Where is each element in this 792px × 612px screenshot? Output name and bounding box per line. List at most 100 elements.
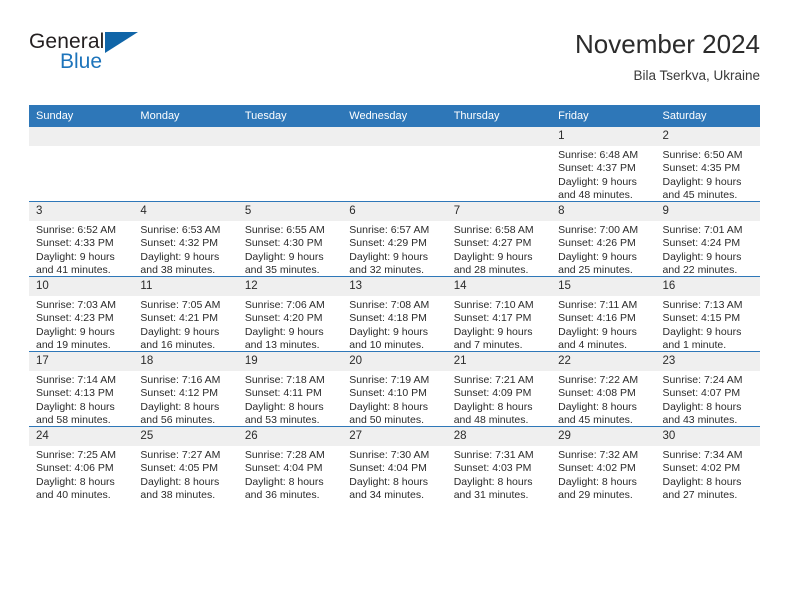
calendar-day-cell[interactable]: 14 Sunrise: 7:10 AM Sunset: 4:17 PM Dayligh…: [446, 276, 552, 352]
sunrise-text: Sunrise: 7:05 AM: [140, 299, 221, 311]
day-number: [342, 127, 447, 146]
calendar-day-cell[interactable]: 24 Sunrise: 7:25 AM Sunset: 4:06 PM Dayligh…: [29, 426, 134, 501]
day-cell-inner: 5 Sunrise: 6:55 AM Sunset: 4:30 PM Daylight…: [237, 202, 343, 276]
daylight-text-line2: and 48 minutes.: [558, 188, 633, 201]
sunset-text: Sunset: 4:06 PM: [36, 462, 114, 475]
day-number: 5: [237, 202, 343, 221]
day-number: 10: [29, 277, 134, 296]
day-details: Sunrise: 7:19 AM Sunset: 4:10 PM Daylight:…: [342, 371, 446, 427]
daylight-text-line1: Daylight: 8 hours: [244, 400, 324, 413]
sunset-text: Sunset: 4:02 PM: [662, 462, 741, 475]
daylight-text-line1: Daylight: 9 hours: [349, 325, 429, 338]
calendar-day-cell[interactable]: 30 Sunrise: 7:34 AM Sunset: 4:02 PM Dayligh…: [655, 426, 760, 501]
sunrise-text: Sunrise: 7:31 AM: [453, 449, 534, 461]
calendar-day-cell[interactable]: 12 Sunrise: 7:06 AM Sunset: 4:20 PM Dayligh…: [237, 276, 343, 352]
day-details: Sunrise: 7:18 AM Sunset: 4:11 PM Daylight:…: [238, 371, 342, 427]
sunset-text: Sunset: 4:15 PM: [662, 312, 741, 325]
daylight-text-line1: Daylight: 9 hours: [36, 325, 115, 338]
calendar-day-cell[interactable]: 16 Sunrise: 7:13 AM Sunset: 4:15 PM Dayligh…: [655, 276, 760, 352]
daylight-text-line2: and 16 minutes.: [140, 338, 216, 351]
sunset-text: Sunset: 4:26 PM: [558, 237, 636, 250]
calendar-day-cell[interactable]: 21 Sunrise: 7:21 AM Sunset: 4:09 PM Dayligh…: [446, 351, 552, 427]
day-details: Sunrise: 7:21 AM Sunset: 4:09 PM Daylight:…: [447, 371, 551, 427]
sunset-text: Sunset: 4:23 PM: [36, 312, 114, 325]
sunset-text: Sunset: 4:04 PM: [244, 462, 323, 475]
calendar-day-cell[interactable]: 11 Sunrise: 7:05 AM Sunset: 4:21 PM Dayligh…: [133, 276, 238, 352]
calendar-day-cell[interactable]: 20 Sunrise: 7:19 AM Sunset: 4:10 PM Dayligh…: [342, 351, 447, 427]
daylight-text-line2: and 27 minutes.: [662, 488, 738, 501]
daylight-text-line1: Daylight: 9 hours: [453, 325, 533, 338]
day-cell-inner: [237, 127, 343, 201]
calendar-day-cell[interactable]: 23 Sunrise: 7:24 AM Sunset: 4:07 PM Dayligh…: [655, 351, 760, 427]
calendar-day-cell[interactable]: 13 Sunrise: 7:08 AM Sunset: 4:18 PM Dayligh…: [342, 276, 447, 352]
day-cell-inner: 17 Sunrise: 7:14 AM Sunset: 4:13 PM Dayligh…: [29, 352, 134, 426]
day-details: Sunrise: 7:00 AM Sunset: 4:26 PM Daylight:…: [551, 221, 655, 277]
day-details: Sunrise: 6:57 AM Sunset: 4:29 PM Daylight:…: [342, 221, 446, 277]
day-number: [446, 127, 552, 146]
sunrise-text: Sunrise: 7:10 AM: [453, 299, 534, 311]
calendar-week-row: 1 Sunrise: 6:48 AM Sunset: 4:37 PM Daylight…: [29, 127, 760, 202]
sunrise-text: Sunrise: 7:24 AM: [662, 374, 743, 386]
day-cell-inner: 24 Sunrise: 7:25 AM Sunset: 4:06 PM Dayligh…: [29, 427, 134, 501]
sunset-text: Sunset: 4:18 PM: [349, 312, 427, 325]
day-cell-inner: 21 Sunrise: 7:21 AM Sunset: 4:09 PM Dayligh…: [446, 352, 552, 427]
daylight-text-line1: Daylight: 9 hours: [244, 250, 324, 263]
day-number: 27: [342, 427, 447, 446]
day-cell-inner: 14 Sunrise: 7:10 AM Sunset: 4:17 PM Dayligh…: [446, 277, 552, 351]
calendar-day-cell[interactable]: 10 Sunrise: 7:03 AM Sunset: 4:23 PM Dayligh…: [29, 276, 134, 352]
day-number: 26: [237, 427, 343, 446]
calendar-day-cell[interactable]: 6 Sunrise: 6:57 AM Sunset: 4:29 PM Daylight…: [342, 201, 447, 277]
day-cell-inner: 26 Sunrise: 7:28 AM Sunset: 4:04 PM Dayligh…: [237, 427, 343, 501]
calendar-day-cell[interactable]: 28 Sunrise: 7:31 AM Sunset: 4:03 PM Dayligh…: [446, 426, 552, 502]
calendar-day-cell[interactable]: 17 Sunrise: 7:14 AM Sunset: 4:13 PM Dayligh…: [29, 351, 134, 427]
sunrise-text: Sunrise: 7:19 AM: [349, 374, 430, 386]
day-number: [237, 127, 343, 146]
day-cell-inner: 20 Sunrise: 7:19 AM Sunset: 4:10 PM Dayligh…: [342, 352, 447, 427]
daylight-text-line2: and 50 minutes.: [349, 413, 424, 426]
daylight-text-line2: and 25 minutes.: [558, 263, 633, 276]
day-cell-inner: 16 Sunrise: 7:13 AM Sunset: 4:15 PM Dayligh…: [655, 277, 760, 352]
daylight-text-line1: Daylight: 8 hours: [558, 400, 637, 413]
calendar-day-cell[interactable]: 1 Sunrise: 6:48 AM Sunset: 4:37 PM Daylight…: [551, 127, 656, 202]
day-details: Sunrise: 7:31 AM Sunset: 4:03 PM Daylight:…: [447, 446, 551, 502]
daylight-text-line1: Daylight: 9 hours: [558, 325, 637, 338]
calendar-day-cell[interactable]: 4 Sunrise: 6:53 AM Sunset: 4:32 PM Daylight…: [133, 201, 238, 277]
calendar-day-cell[interactable]: 7 Sunrise: 6:58 AM Sunset: 4:27 PM Daylight…: [446, 201, 552, 277]
calendar-day-cell[interactable]: 22 Sunrise: 7:22 AM Sunset: 4:08 PM Dayligh…: [551, 351, 656, 427]
general-blue-logo[interactable]: General Blue: [29, 30, 189, 86]
day-number: 12: [237, 277, 343, 296]
calendar-day-cell[interactable]: 5 Sunrise: 6:55 AM Sunset: 4:30 PM Daylight…: [237, 201, 343, 277]
day-details: Sunrise: 7:01 AM Sunset: 4:24 PM Daylight:…: [656, 221, 760, 277]
calendar-day-cell[interactable]: 25 Sunrise: 7:27 AM Sunset: 4:05 PM Dayligh…: [133, 426, 238, 501]
daylight-text-line1: Daylight: 9 hours: [244, 325, 324, 338]
day-details: Sunrise: 7:11 AM Sunset: 4:16 PM Daylight:…: [551, 296, 655, 352]
calendar-day-cell[interactable]: 27 Sunrise: 7:30 AM Sunset: 4:04 PM Dayligh…: [342, 426, 447, 501]
sunset-text: Sunset: 4:20 PM: [244, 312, 323, 325]
sunrise-text: Sunrise: 7:27 AM: [140, 449, 221, 461]
calendar-day-cell[interactable]: 26 Sunrise: 7:28 AM Sunset: 4:04 PM Dayligh…: [237, 426, 343, 501]
daylight-text-line2: and 38 minutes.: [140, 263, 216, 276]
sunrise-sunset-calendar: Sunday Monday Tuesday Wednesday Thursday…: [29, 105, 760, 501]
calendar-day-cell[interactable]: 18 Sunrise: 7:16 AM Sunset: 4:12 PM Dayligh…: [133, 351, 238, 427]
day-details: Sunrise: 7:13 AM Sunset: 4:15 PM Daylight:…: [656, 296, 760, 352]
sunset-text: Sunset: 4:04 PM: [349, 462, 427, 475]
sunrise-text: Sunrise: 6:55 AM: [244, 224, 325, 236]
day-number: 25: [133, 427, 238, 446]
calendar-day-cell[interactable]: 3 Sunrise: 6:52 AM Sunset: 4:33 PM Daylight…: [29, 201, 134, 277]
calendar-week-row: 3 Sunrise: 6:52 AM Sunset: 4:33 PM Daylight…: [29, 201, 760, 277]
day-number: 13: [342, 277, 447, 296]
daylight-text-line2: and 1 minute.: [662, 338, 727, 351]
calendar-day-cell[interactable]: 2 Sunrise: 6:50 AM Sunset: 4:35 PM Daylight…: [655, 127, 760, 202]
day-details: Sunrise: 6:48 AM Sunset: 4:37 PM Daylight:…: [551, 146, 655, 202]
day-number: 2: [655, 127, 760, 146]
calendar-day-cell[interactable]: 8 Sunrise: 7:00 AM Sunset: 4:26 PM Daylight…: [551, 201, 656, 277]
calendar-day-cell[interactable]: 19 Sunrise: 7:18 AM Sunset: 4:11 PM Dayligh…: [237, 351, 343, 427]
sunset-text: Sunset: 4:13 PM: [36, 387, 114, 400]
calendar-day-cell[interactable]: 15 Sunrise: 7:11 AM Sunset: 4:16 PM Dayligh…: [551, 276, 656, 352]
day-number: 3: [29, 202, 134, 221]
weekday-header-wednesday: Wednesday: [342, 105, 447, 127]
day-number: 30: [655, 427, 760, 446]
calendar-day-cell[interactable]: 9 Sunrise: 7:01 AM Sunset: 4:24 PM Daylight…: [655, 201, 760, 277]
calendar-day-cell[interactable]: 29 Sunrise: 7:32 AM Sunset: 4:02 PM Dayligh…: [551, 426, 656, 501]
day-cell-inner: 19 Sunrise: 7:18 AM Sunset: 4:11 PM Dayligh…: [237, 352, 343, 427]
